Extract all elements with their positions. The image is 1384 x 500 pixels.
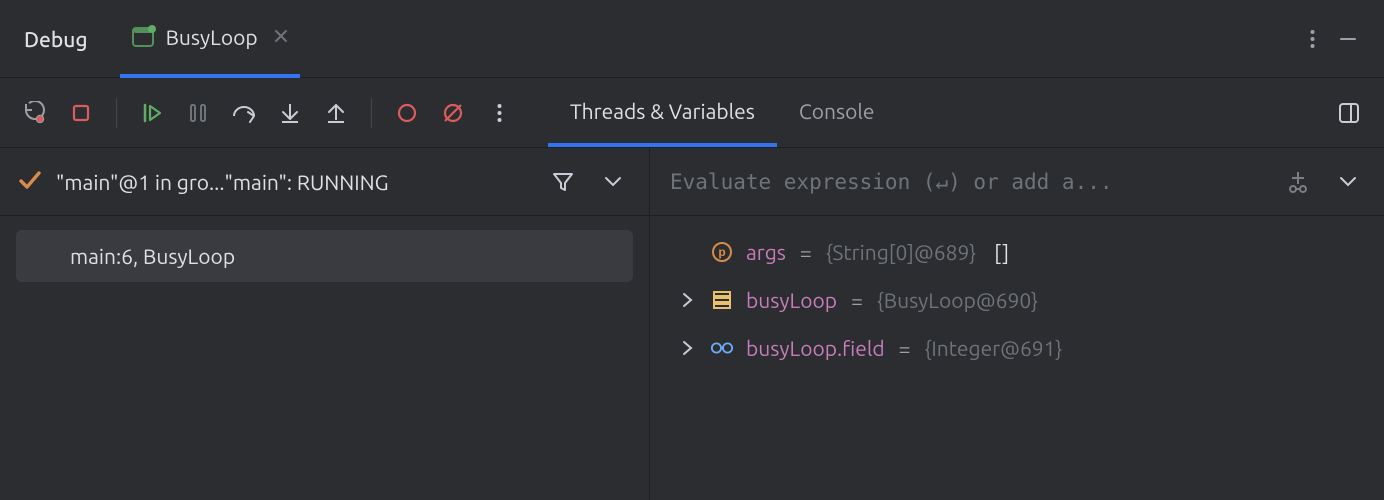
tool-window-title: Debug <box>24 27 88 51</box>
param-icon: p <box>710 241 734 263</box>
filter-icon[interactable] <box>545 164 581 200</box>
variables-tree: p args = {String[0]@689} [] busyLoop = {Bus… <box>650 216 1384 384</box>
view-breakpoints-icon[interactable] <box>386 92 428 134</box>
more-actions-icon[interactable] <box>478 92 520 134</box>
run-config-label: BusyLoop <box>166 25 258 49</box>
checkmark-icon <box>18 168 42 196</box>
mute-breakpoints-icon[interactable] <box>432 92 474 134</box>
variable-value: {BusyLoop@690} <box>877 288 1038 312</box>
debugger-toolbar: Threads & Variables Console <box>0 78 1384 148</box>
close-tab-icon[interactable] <box>270 27 288 47</box>
variable-row[interactable]: busyLoop.field = {Integer@691} <box>650 324 1384 372</box>
variable-row[interactable]: p args = {String[0]@689} [] <box>650 228 1384 276</box>
layout-settings-icon[interactable] <box>1328 92 1370 134</box>
rerun-icon[interactable] <box>14 92 56 134</box>
debugger-main-split: "main"@1 in gro..."main": RUNNING main:6… <box>0 148 1384 500</box>
pause-icon[interactable] <box>177 92 219 134</box>
run-config-tab[interactable]: BusyLoop <box>120 0 300 78</box>
stop-icon[interactable] <box>60 92 102 134</box>
thread-label: "main"@1 in gro..."main": RUNNING <box>56 170 531 194</box>
tab-threads-variables[interactable]: Threads & Variables <box>548 78 777 147</box>
frames-list: main:6, BusyLoop <box>0 216 649 296</box>
resume-icon[interactable] <box>131 92 173 134</box>
step-out-icon[interactable] <box>315 92 357 134</box>
chevron-down-icon[interactable] <box>595 164 631 200</box>
equals-sign: = <box>798 240 814 264</box>
add-watch-icon[interactable] <box>1280 164 1316 200</box>
stack-frame[interactable]: main:6, BusyLoop <box>16 230 633 282</box>
variable-preview: [] <box>988 240 1009 264</box>
thread-selector[interactable]: "main"@1 in gro..."main": RUNNING <box>0 148 649 216</box>
evaluate-input[interactable] <box>668 169 1266 195</box>
variable-value: {String[0]@689} <box>826 240 976 264</box>
expand-chevron-icon[interactable] <box>678 340 698 356</box>
watch-icon <box>710 340 734 356</box>
step-into-icon[interactable] <box>269 92 311 134</box>
variable-name: busyLoop <box>746 288 837 312</box>
variables-pane: p args = {String[0]@689} [] busyLoop = {Bus… <box>650 148 1384 500</box>
equals-sign: = <box>897 336 913 360</box>
equals-sign: = <box>849 288 865 312</box>
more-options-icon[interactable] <box>1294 21 1330 57</box>
evaluate-bar <box>650 148 1384 216</box>
application-icon <box>132 27 154 47</box>
step-over-icon[interactable] <box>223 92 265 134</box>
expand-chevron-icon[interactable] <box>678 292 698 308</box>
object-icon <box>710 290 734 310</box>
variable-value: {Integer@691} <box>925 336 1063 360</box>
tool-window-tabbar: Debug BusyLoop <box>0 0 1384 78</box>
variable-row[interactable]: busyLoop = {BusyLoop@690} <box>650 276 1384 324</box>
variable-name: args <box>746 240 786 264</box>
frames-pane: "main"@1 in gro..."main": RUNNING main:6… <box>0 148 650 500</box>
stack-frame-label: main:6, BusyLoop <box>70 244 235 268</box>
chevron-down-icon[interactable] <box>1330 164 1366 200</box>
svg-text:p: p <box>718 245 725 259</box>
tab-console[interactable]: Console <box>777 78 897 147</box>
minimize-icon[interactable] <box>1330 21 1366 57</box>
variable-name: busyLoop.field <box>746 336 885 360</box>
